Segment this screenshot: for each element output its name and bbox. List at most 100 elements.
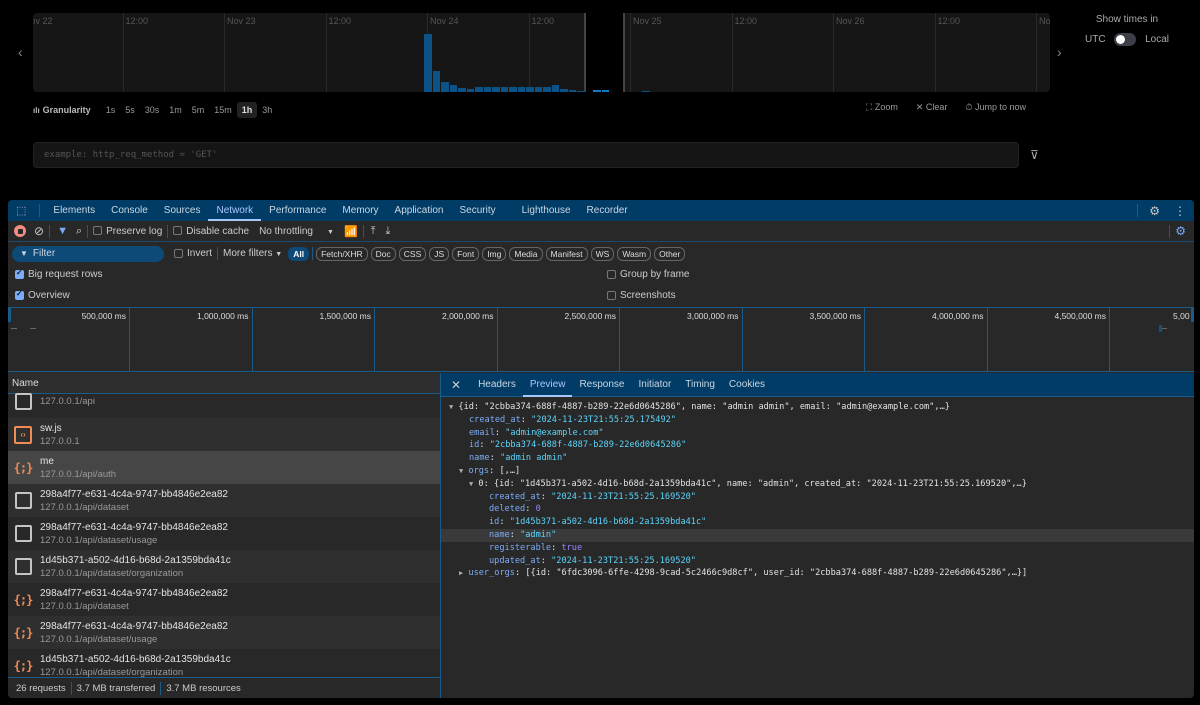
- histogram-bar[interactable]: [424, 34, 432, 92]
- upload-icon[interactable]: ⤒: [371, 225, 376, 238]
- histogram-bar[interactable]: [560, 88, 568, 92]
- request-row[interactable]: 298a4f77-e631-4c4a-9747-bb4846e2ea82 127.…: [8, 484, 440, 517]
- overview-checkbox[interactable]: Overview: [15, 289, 70, 301]
- download-icon[interactable]: ⤓: [386, 225, 391, 238]
- json-field-org-id[interactable]: id: "1d45b371-a502-4d16-b68d-2a1359bda41…: [441, 516, 1194, 529]
- details-tab-preview[interactable]: Preview: [522, 373, 573, 397]
- request-row[interactable]: 1d45b371-a502-4d16-b68d-2a1359bda41c 127.…: [8, 550, 440, 583]
- filter-input[interactable]: ▼ Filter: [12, 245, 164, 262]
- clear-filter-icon[interactable]: ⊽: [1030, 148, 1039, 162]
- histogram-bar[interactable]: [466, 88, 474, 92]
- granularity-option-1m[interactable]: 1m: [164, 102, 187, 118]
- histogram-bar[interactable]: [642, 90, 650, 92]
- histogram-bar[interactable]: [534, 87, 542, 92]
- tab-console[interactable]: Console: [103, 200, 156, 221]
- json-root[interactable]: ▼ {id: "2cbba374-688f-4887-b289-22e6d064…: [441, 401, 1194, 414]
- network-settings-icon[interactable]: ⚙: [1175, 224, 1186, 238]
- details-tab-headers[interactable]: Headers: [471, 373, 523, 397]
- tab-security[interactable]: Security: [451, 200, 503, 221]
- json-field-user-orgs[interactable]: ▶ user_orgs: [{id: "6fdc3096-6ffe-4298-9…: [441, 567, 1194, 580]
- timezone-toggle[interactable]: [1114, 33, 1137, 46]
- zoom-button[interactable]: ⛶ Zoom: [866, 102, 898, 113]
- json-field-org-registerable[interactable]: registerable: true: [441, 542, 1194, 555]
- histogram-bar[interactable]: [593, 90, 601, 92]
- histogram-bar[interactable]: [568, 89, 576, 92]
- filter-chip-fetch-xhr[interactable]: Fetch/XHR: [316, 246, 368, 261]
- filter-chip-js[interactable]: JS: [429, 246, 450, 261]
- expanded-triangle-icon[interactable]: ▼: [459, 467, 463, 475]
- request-row[interactable]: {;} 298a4f77-e631-4c4a-9747-bb4846e2ea82 1…: [8, 616, 440, 649]
- granularity-option-1s[interactable]: 1s: [101, 102, 121, 118]
- filter-chip-font[interactable]: Font: [452, 246, 480, 261]
- json-field-created-at[interactable]: created_at: "2024-11-23T21:55:25.175492": [441, 414, 1194, 427]
- request-row[interactable]: {;} 298a4f77-e631-4c4a-9747-bb4846e2ea82 1…: [8, 583, 440, 616]
- json-field-org-created-at[interactable]: created_at: "2024-11-23T21:55:25.169520": [441, 491, 1194, 504]
- invert-checkbox[interactable]: Invert: [174, 248, 212, 259]
- json-field-org-0[interactable]: ▼ 0: {id: "1d45b371-a502-4d16-b68d-2a135…: [441, 478, 1194, 491]
- histogram-bar[interactable]: [543, 87, 551, 92]
- tab-recorder[interactable]: Recorder: [579, 200, 636, 221]
- granularity-option-5s[interactable]: 5s: [120, 102, 140, 118]
- histogram-bar[interactable]: [458, 87, 466, 92]
- filter-chip-css[interactable]: CSS: [398, 246, 427, 261]
- filter-icon[interactable]: ▼: [57, 225, 68, 237]
- json-field-org-updated-at[interactable]: updated_at: "2024-11-23T21:55:25.169520": [441, 555, 1194, 568]
- tab-network[interactable]: Network: [208, 200, 262, 221]
- details-tab-initiator[interactable]: Initiator: [631, 373, 678, 397]
- filter-chip-ws[interactable]: WS: [590, 246, 615, 261]
- filter-chip-other[interactable]: Other: [654, 246, 686, 261]
- histogram-next-button[interactable]: ›: [1057, 44, 1062, 60]
- close-details-icon[interactable]: ✕: [441, 378, 471, 392]
- histogram-bar[interactable]: [601, 90, 609, 92]
- more-options-icon[interactable]: ⋮: [1166, 204, 1194, 218]
- histogram-bar[interactable]: [517, 87, 525, 92]
- histogram-bar[interactable]: [483, 87, 491, 92]
- granularity-option-15m[interactable]: 15m: [209, 102, 237, 118]
- network-conditions-icon[interactable]: 📶: [344, 225, 358, 238]
- search-icon[interactable]: ⌕: [76, 225, 82, 238]
- json-field-orgs[interactable]: ▼ orgs: [,…]: [441, 465, 1194, 478]
- filter-chip-img[interactable]: Img: [482, 246, 507, 261]
- granularity-option-1h[interactable]: 1h: [236, 102, 258, 118]
- collapsed-triangle-icon[interactable]: ▶: [459, 569, 463, 577]
- overview-right-handle[interactable]: [1191, 308, 1194, 322]
- request-row[interactable]: 298a4f77-e631-4c4a-9747-bb4846e2ea82 127.…: [8, 517, 440, 550]
- tab-performance[interactable]: Performance: [261, 200, 334, 221]
- granularity-option-5m[interactable]: 5m: [187, 102, 210, 118]
- histogram-bar[interactable]: [449, 85, 457, 92]
- histogram-bar[interactable]: [432, 71, 440, 92]
- details-tab-cookies[interactable]: Cookies: [722, 373, 772, 397]
- json-field-id[interactable]: id: "2cbba374-688f-4887-b289-22e6d064528…: [441, 439, 1194, 452]
- preserve-log-checkbox[interactable]: Preserve log: [93, 226, 162, 237]
- filter-chip-all[interactable]: All: [288, 246, 310, 261]
- histogram-bar[interactable]: [577, 90, 585, 92]
- throttling-select[interactable]: No throttling ▼: [259, 226, 334, 237]
- query-input[interactable]: example: http_req_method = 'GET': [33, 142, 1019, 168]
- tab-elements[interactable]: Elements: [45, 200, 103, 221]
- request-row[interactable]: {;} me 127.0.0.1/api/auth: [8, 451, 440, 484]
- jump-to-now-button[interactable]: ⏱ Jump to now: [965, 102, 1026, 113]
- histogram-bar[interactable]: [492, 87, 500, 92]
- more-filters-dropdown[interactable]: More filters ▼: [223, 248, 282, 259]
- json-field-org-deleted[interactable]: deleted: 0: [441, 503, 1194, 516]
- settings-icon[interactable]: ⚙: [1143, 204, 1166, 218]
- filter-chip-media[interactable]: Media: [509, 246, 543, 261]
- histogram-bar[interactable]: [475, 87, 483, 92]
- json-field-org-name[interactable]: name: "admin": [441, 528, 1194, 542]
- overview-left-handle[interactable]: [8, 308, 11, 322]
- group-by-frame-checkbox[interactable]: Group by frame: [607, 269, 689, 280]
- request-row[interactable]: 127.0.0.1/api: [8, 385, 440, 418]
- requests-histogram[interactable]: Nov 22 12:00 Nov 23 12:00 Nov 24 12:00 Nov 25 1…: [33, 13, 1050, 92]
- histogram-bar[interactable]: [500, 87, 508, 92]
- screenshots-checkbox[interactable]: Screenshots: [607, 290, 676, 301]
- tab-memory[interactable]: Memory: [334, 200, 386, 221]
- request-row[interactable]: ‹› sw.js 127.0.0.1: [8, 418, 440, 451]
- details-tab-timing[interactable]: Timing: [678, 373, 722, 397]
- filter-chip-doc[interactable]: Doc: [370, 246, 396, 261]
- filter-chip-manifest[interactable]: Manifest: [545, 246, 588, 261]
- expanded-triangle-icon[interactable]: ▼: [449, 403, 453, 411]
- histogram-bar[interactable]: [441, 82, 449, 92]
- clear-button[interactable]: ✕ Clear: [916, 102, 948, 113]
- histogram-bar[interactable]: [509, 87, 517, 92]
- granularity-option-30s[interactable]: 30s: [140, 102, 165, 118]
